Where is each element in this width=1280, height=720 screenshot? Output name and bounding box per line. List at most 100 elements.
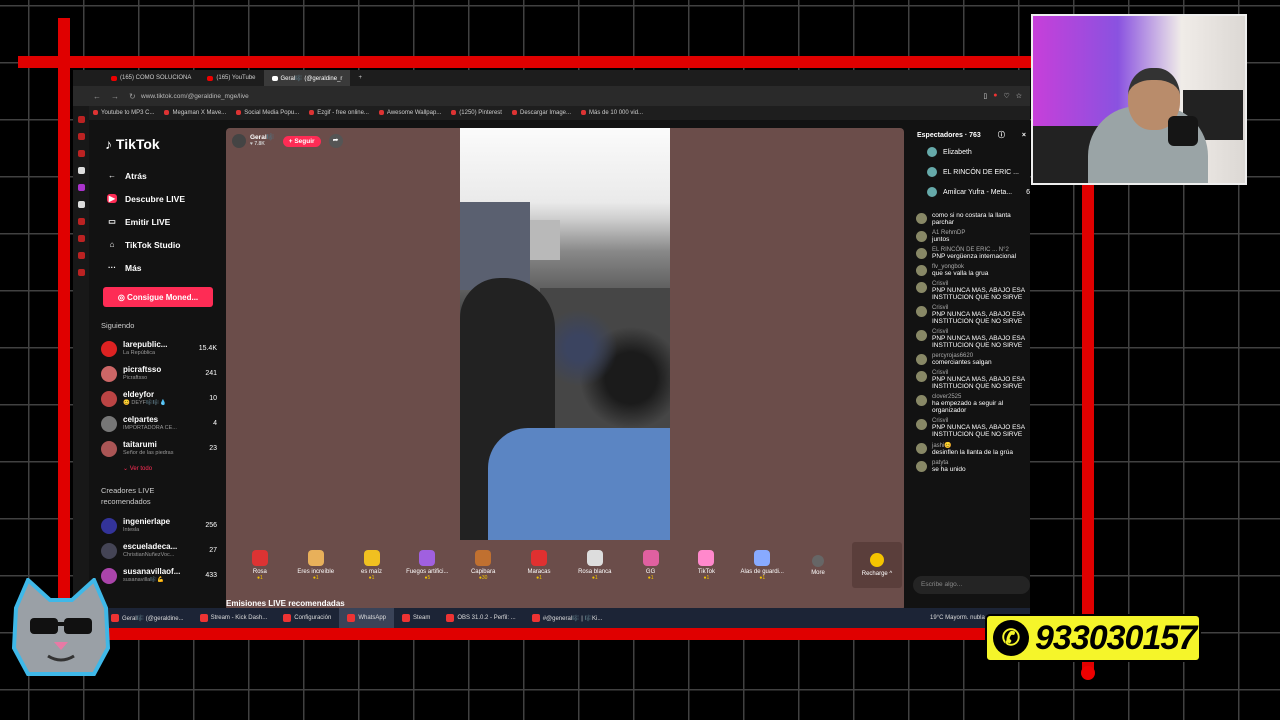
nav-more[interactable]: ··· Más: [99, 256, 217, 279]
live-video[interactable]: [460, 128, 670, 540]
avatar[interactable]: [916, 213, 927, 224]
gift-item[interactable]: GG ●1: [623, 549, 679, 581]
person-jacket: [488, 428, 670, 540]
recharge-button[interactable]: Recharge ^: [852, 542, 902, 588]
gift-item[interactable]: es maíz ●1: [344, 549, 400, 581]
bookmark[interactable]: Social Media Popu...: [236, 110, 299, 116]
bookmark[interactable]: Más de 10 000 vid...: [581, 110, 643, 116]
forward-icon[interactable]: →: [111, 92, 119, 101]
following-item[interactable]: taitarumi Señor de las piedras 23: [99, 436, 217, 461]
gift-item[interactable]: Maracas ●1: [511, 549, 567, 581]
bookmark[interactable]: (1250) Pinterest: [451, 110, 502, 116]
record-icon[interactable]: ●: [993, 92, 997, 100]
avatar[interactable]: [916, 330, 927, 341]
recommended-item[interactable]: ingenierlape Intesla 256: [99, 513, 217, 538]
user-subtitle: La República: [123, 349, 156, 356]
viewer-rank: 6: [1026, 188, 1030, 196]
user-info: eldeyfor 😊 DEYF🎼🎼💧: [123, 390, 195, 406]
nav-studio[interactable]: ⌂ TikTok Studio: [99, 233, 217, 256]
avatar[interactable]: [916, 419, 927, 430]
heart-icon[interactable]: ♡: [1003, 92, 1009, 100]
gift-item[interactable]: More: [790, 554, 846, 576]
taskbar-item[interactable]: Stream - Kick Dash...: [192, 608, 276, 628]
coin-icon: [870, 553, 884, 567]
gift-cost: ●1: [759, 574, 766, 581]
get-coins-button[interactable]: ◎ Consigue Moned...: [103, 287, 213, 307]
following-item[interactable]: larepublic... La República 15.4K: [99, 336, 217, 361]
app-icon: [283, 614, 292, 622]
user-name: picraftsso: [123, 365, 162, 375]
message-body: percyrojas6620 comerciantes salgan: [932, 353, 992, 366]
gift-item[interactable]: Rosa ●1: [232, 549, 288, 581]
taskbar-item[interactable]: Configuración: [275, 608, 339, 628]
taskbar-item[interactable]: Geral🎼 (@geraldine...: [103, 608, 192, 628]
message-body: Crisvil PNP NUNCA MAS, ABAJO ESA INSTITUC…: [932, 281, 1030, 301]
top-viewer[interactable]: Amilcar Yufra - Meta... 6: [913, 182, 1030, 202]
chat-message: como si no costara la llanta parchar: [913, 210, 1030, 228]
user-subtitle: Intesla: [123, 526, 140, 533]
tab-youtube-1[interactable]: (165) COMO SOLUCIONA: [103, 70, 199, 86]
close-icon[interactable]: ×: [1022, 132, 1026, 139]
taskbar-item[interactable]: OBS 31.0.2 - Perfil: ...: [438, 608, 523, 628]
avatar[interactable]: [916, 461, 927, 472]
following-item[interactable]: celpartes IMPORTADORA CE... 4: [99, 411, 217, 436]
info-icon[interactable]: ⓘ: [998, 130, 1005, 140]
avatar[interactable]: [916, 371, 927, 382]
new-tab-button[interactable]: +: [350, 70, 370, 86]
gift-item[interactable]: Capibara ●30: [455, 549, 511, 581]
top-viewer[interactable]: EL RINCÓN DE ERIC ...: [913, 162, 1030, 182]
following-item[interactable]: eldeyfor 😊 DEYF🎼🎼💧 10: [99, 386, 217, 411]
chat-input[interactable]: Escribe algo...: [913, 576, 1030, 594]
bookmark[interactable]: Awesome Wallpap...: [379, 110, 441, 116]
taskbar-item[interactable]: #@general🎼 | 🎼Ki...: [524, 608, 611, 628]
avatar[interactable]: [232, 134, 246, 148]
user-name: eldeyfor: [123, 390, 155, 400]
avatar[interactable]: [916, 306, 927, 317]
follow-button[interactable]: + Seguir: [282, 135, 321, 147]
recommended-item[interactable]: escueladeca... ChristianNuñezVoc... 27: [99, 538, 217, 563]
message-text: se ha unido: [932, 466, 966, 473]
back-icon[interactable]: ←: [93, 92, 101, 101]
avatar[interactable]: [916, 354, 927, 365]
avatar[interactable]: [916, 265, 927, 276]
gift-cost: ●1: [257, 574, 263, 581]
star-icon[interactable]: ☆: [1016, 92, 1022, 100]
avatar[interactable]: [916, 282, 927, 293]
taskbar-item[interactable]: Steam: [394, 608, 438, 628]
share-icon[interactable]: ➦: [328, 134, 343, 148]
gift-item[interactable]: Fuegos artifici... ●5: [399, 549, 455, 581]
nav-discover-live[interactable]: ▶ Descubre LIVE: [99, 187, 217, 210]
avatar[interactable]: [916, 443, 927, 454]
message-body: como si no costara la llanta parchar: [932, 212, 1030, 226]
taskbar-item[interactable]: WhatsApp: [339, 608, 394, 628]
streamer-name[interactable]: Geral🎼 ♥ 7.8K: [250, 135, 275, 147]
tab-youtube-2[interactable]: (165) YouTube: [199, 70, 263, 86]
nav-back[interactable]: ← Atrás: [99, 164, 217, 187]
message-user[interactable]: jashi😊: [932, 442, 1013, 449]
gift-item[interactable]: Rosa blanca ●1: [567, 549, 623, 581]
url-field[interactable]: www.tiktok.com/@geraldine_mge/live: [133, 93, 983, 100]
frame-dot: [1081, 666, 1095, 680]
message-body: Crisvil PNP NUNCA MAS, ABAJO ESA INSTITUC…: [932, 305, 1030, 325]
bookmark[interactable]: Descargar Image...: [512, 110, 571, 116]
gift-item[interactable]: TikTok ●1: [679, 549, 735, 581]
gift-item[interactable]: Alas de guardi... ●1: [734, 549, 790, 581]
bookmark[interactable]: Ezgif - free online...: [309, 110, 369, 116]
tiktok-logo[interactable]: ♪ TikTok: [105, 136, 217, 152]
nav-go-live[interactable]: ▭ Emitir LIVE: [99, 210, 217, 233]
cat-logo: [11, 578, 111, 676]
bookmark[interactable]: Youtube to MP3 C...: [93, 110, 154, 116]
avatar[interactable]: [916, 248, 927, 259]
avatar[interactable]: [916, 395, 927, 406]
bookmark[interactable]: Megaman X Mave...: [164, 110, 226, 116]
top-viewer[interactable]: Elizabeth: [913, 142, 1030, 162]
following-item[interactable]: picraftsso Picraftsso 241: [99, 361, 217, 386]
gift-item[interactable]: Eres increíble ●1: [288, 549, 344, 581]
see-all-link[interactable]: ⌄ Ver todo: [123, 465, 217, 472]
user-name: larepublic...: [123, 340, 168, 350]
recommended-item[interactable]: susanavillaof... susanavilla🎼💪 433: [99, 563, 217, 588]
tab-tiktok[interactable]: Geral🎼 (@geraldine_r: [263, 70, 351, 86]
avatar[interactable]: [916, 231, 927, 242]
extension-icon[interactable]: ▯: [983, 92, 987, 100]
gift-cost: ●1: [536, 574, 542, 581]
